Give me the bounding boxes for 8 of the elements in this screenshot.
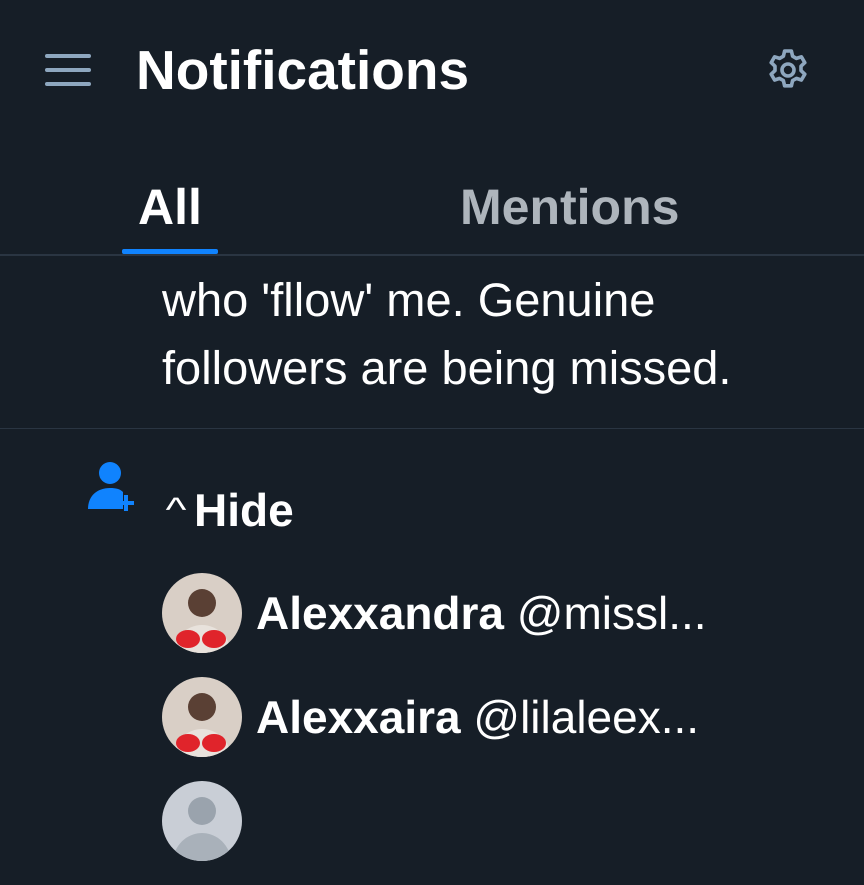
tab[interactable]: Mentions (444, 140, 696, 254)
post-text: who 'fllow' me. Genuine followers are being missed. (162, 272, 732, 396)
tab[interactable]: All (122, 140, 218, 254)
user-name[interactable]: Alexxaira @lilaleex... (256, 690, 700, 744)
menu-icon[interactable] (44, 52, 92, 88)
user-name[interactable]: Alexxandra @missl... (256, 586, 707, 640)
page-title: Notifications (136, 38, 470, 102)
hide-toggle[interactable]: ^ Hide (162, 461, 294, 537)
